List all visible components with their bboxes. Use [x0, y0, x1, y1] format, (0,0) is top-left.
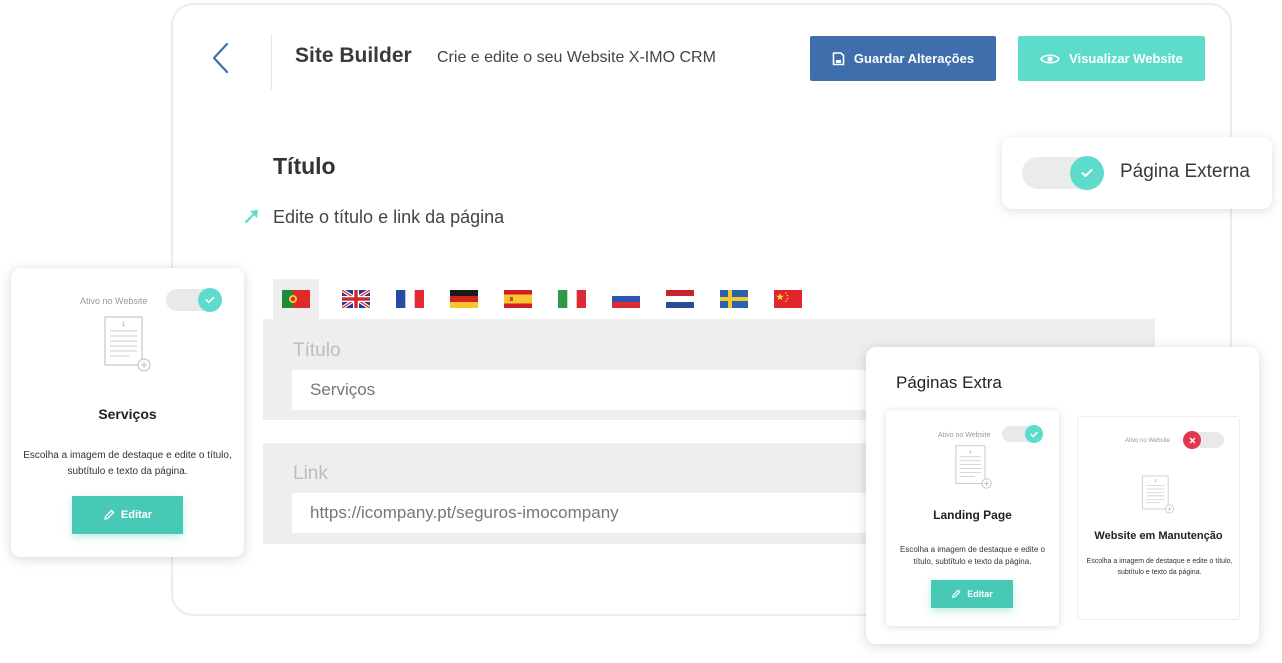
tab-language-es[interactable] — [495, 279, 541, 319]
flag-germany-icon — [450, 290, 478, 308]
floppy-disk-icon — [832, 51, 845, 65]
flag-russia-icon — [612, 290, 640, 308]
flag-sweden-icon — [720, 290, 748, 308]
section-title: Título — [273, 153, 336, 179]
extra-pages-heading: Páginas Extra — [896, 373, 1002, 392]
services-active-toggle[interactable] — [166, 288, 222, 312]
services-edit-button[interactable]: Editar — [72, 496, 183, 534]
tab-language-de[interactable] — [441, 279, 487, 319]
close-icon — [1189, 437, 1195, 443]
page-title: Site Builder — [295, 44, 412, 67]
landing-page-edit-button[interactable]: Editar — [931, 580, 1013, 608]
flag-spain-icon — [504, 290, 532, 308]
landing-page-description: Escolha a imagem de destaque e edite o t… — [900, 545, 1045, 567]
check-icon — [1081, 169, 1093, 177]
tab-language-pt[interactable] — [273, 279, 319, 319]
pencil-icon — [952, 589, 961, 598]
services-card-description: Escolha a imagem de destaque e edite o t… — [23, 450, 232, 477]
services-page-card: Ativo no Website 1 Serviços Escolha a im… — [11, 268, 244, 557]
external-page-card: Página Externa — [1002, 137, 1272, 209]
view-website-label: Visualizar Website — [1069, 51, 1183, 66]
save-changes-button[interactable]: Guardar Alterações — [810, 36, 996, 81]
services-card-title: Serviços — [98, 406, 157, 422]
tab-language-zh[interactable] — [765, 279, 811, 319]
maintenance-page-description: Escolha a imagem de destaque e edite o t… — [1086, 558, 1233, 576]
toggle-knob — [1183, 431, 1201, 449]
tab-language-nl[interactable] — [657, 279, 703, 319]
maintenance-active-toggle[interactable] — [1183, 431, 1224, 449]
link-field-label: Link — [293, 463, 328, 484]
landing-page-title: Landing Page — [933, 508, 1012, 522]
tab-language-ru[interactable] — [603, 279, 649, 319]
edit-button-label: Editar — [967, 589, 993, 599]
active-on-website-label: Ativo no Website — [938, 432, 991, 439]
active-on-website-label: Ativo no Website — [1125, 438, 1170, 444]
tab-language-en[interactable] — [333, 279, 379, 319]
tab-language-sv[interactable] — [711, 279, 757, 319]
tab-language-fr[interactable] — [387, 279, 433, 319]
page-number: 1 — [969, 449, 972, 454]
landing-page-card: Ativo no Website 1 Landing Page Escolha … — [886, 410, 1059, 626]
title-field-label: Título — [293, 340, 341, 361]
maintenance-page-title: Website em Manutenção — [1094, 530, 1223, 542]
flag-italy-icon — [558, 290, 586, 308]
page-document-icon: 1 — [955, 445, 993, 489]
toggle-knob — [1070, 156, 1104, 190]
back-button[interactable] — [207, 40, 237, 76]
chevron-left-icon — [212, 42, 229, 74]
check-icon — [205, 296, 215, 304]
toggle-knob — [1025, 425, 1043, 443]
check-icon — [1030, 431, 1038, 437]
section-description: Edite o título e link da página — [273, 207, 505, 227]
extra-pages-panel: Páginas Extra Ativo no Website 1 Landing… — [866, 347, 1259, 644]
page-document-icon: 1 — [1142, 475, 1175, 514]
landing-page-active-toggle[interactable] — [1002, 425, 1043, 443]
page-document-icon: 1 — [104, 316, 152, 372]
flag-netherlands-icon — [666, 290, 694, 308]
external-page-toggle[interactable] — [1022, 156, 1104, 190]
toggle-knob — [198, 288, 222, 312]
external-page-label: Página Externa — [1120, 161, 1250, 182]
page-subtitle: Crie e edite o seu Website X-IMO CRM — [437, 49, 716, 66]
pencil-icon — [104, 509, 115, 520]
view-website-button[interactable]: Visualizar Website — [1018, 36, 1205, 81]
maintenance-page-card: Ativo no Website 1 Website em Manutenção… — [1077, 416, 1240, 620]
flag-china-icon — [774, 290, 802, 308]
flag-uk-icon — [342, 290, 370, 308]
flag-portugal-icon — [282, 290, 310, 308]
arrow-up-right-icon — [244, 210, 258, 224]
eye-icon — [1040, 53, 1061, 64]
edit-button-label: Editar — [120, 509, 153, 521]
header-divider — [271, 34, 272, 90]
tab-language-it[interactable] — [549, 279, 595, 319]
active-on-website-label: Ativo no Website — [80, 296, 148, 306]
flag-france-icon — [396, 290, 424, 308]
save-changes-label: Guardar Alterações — [853, 51, 975, 66]
